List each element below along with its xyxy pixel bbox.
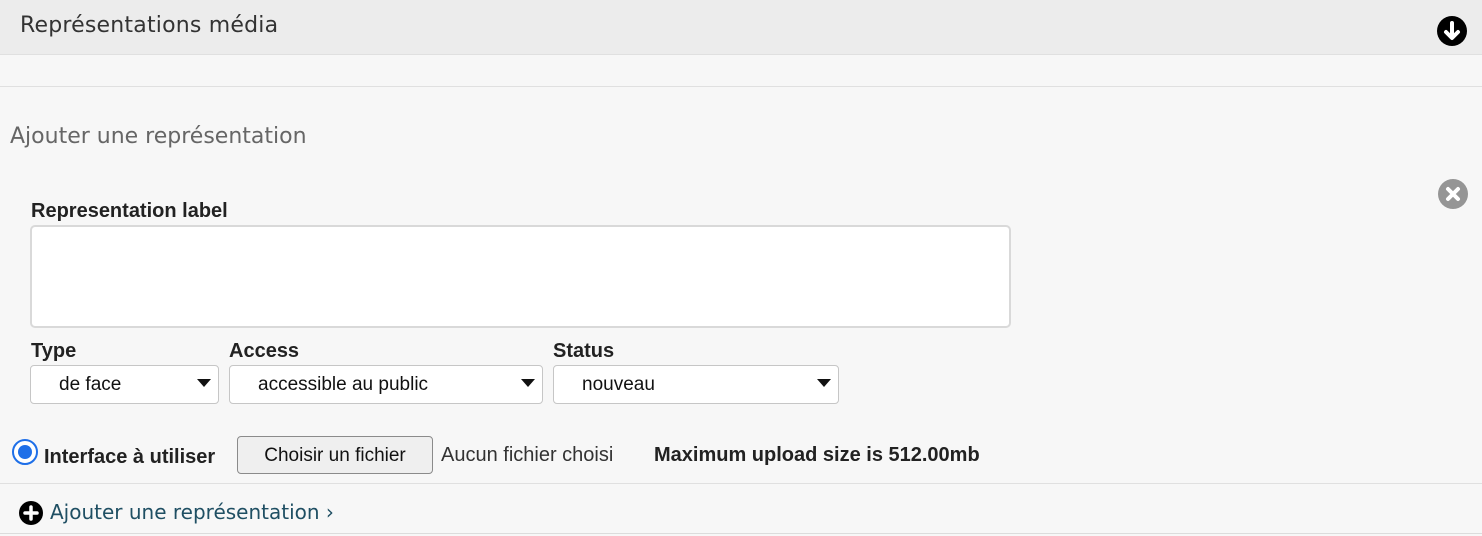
bottom-divider bbox=[0, 533, 1482, 534]
access-select[interactable]: accessible au public bbox=[229, 365, 543, 404]
status-label: Status bbox=[553, 340, 615, 362]
close-circle-icon[interactable] bbox=[1438, 179, 1468, 209]
arrow-down-circle-icon[interactable] bbox=[1437, 16, 1467, 46]
type-selected-value: de face bbox=[59, 374, 122, 395]
add-representation-link[interactable]: Ajouter une représentation › bbox=[50, 500, 334, 524]
panel-title: Représentations média bbox=[20, 13, 279, 38]
choose-file-button-label: Choisir un fichier bbox=[264, 445, 406, 466]
panel-header[interactable]: Représentations média bbox=[0, 0, 1482, 55]
radio-selected-dot bbox=[18, 445, 32, 459]
type-label: Type bbox=[31, 340, 77, 362]
panel-divider bbox=[0, 86, 1482, 87]
choose-file-button[interactable]: Choisir un fichier bbox=[237, 436, 433, 474]
footer-divider bbox=[0, 483, 1482, 484]
access-label: Access bbox=[229, 340, 300, 362]
status-select[interactable]: nouveau bbox=[553, 365, 839, 404]
file-status: Aucun fichier choisi bbox=[441, 444, 614, 466]
access-selected-value: accessible au public bbox=[258, 374, 429, 395]
chevron-down-icon bbox=[817, 379, 831, 387]
section-heading: Ajouter une représentation bbox=[10, 124, 307, 149]
chevron-down-icon bbox=[197, 379, 211, 387]
plus-circle-icon[interactable] bbox=[19, 501, 43, 525]
interface-radio[interactable] bbox=[12, 439, 38, 465]
chevron-down-icon bbox=[521, 379, 535, 387]
representation-label-heading: Representation label bbox=[31, 200, 228, 222]
interface-label: Interface à utiliser bbox=[44, 446, 216, 468]
type-select[interactable]: de face bbox=[30, 365, 219, 404]
status-selected-value: nouveau bbox=[582, 374, 655, 395]
representation-label-input[interactable] bbox=[30, 225, 1011, 328]
upload-limit-text: Maximum upload size is 512.00mb bbox=[654, 444, 980, 466]
